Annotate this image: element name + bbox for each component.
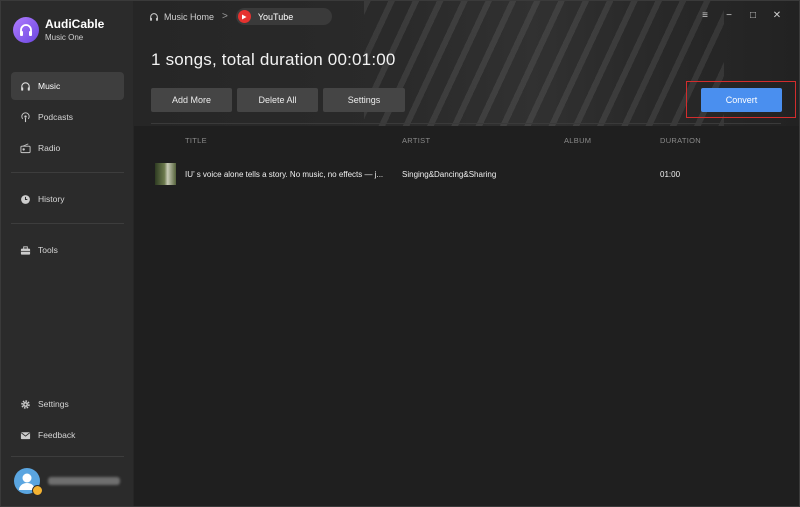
sidebar: AudiCable Music One Music Podcasts Radio… xyxy=(1,1,134,506)
breadcrumb: Music Home > YouTube xyxy=(149,8,332,25)
sidebar-item-radio[interactable]: Radio xyxy=(11,134,124,162)
breadcrumb-music-home[interactable]: Music Home xyxy=(149,12,214,22)
podcast-icon xyxy=(21,111,30,122)
headphones-icon xyxy=(150,12,158,21)
mail-icon xyxy=(20,431,31,439)
audicable-logo-icon xyxy=(13,17,39,43)
app-window: AudiCable Music One Music Podcasts Radio… xyxy=(0,0,800,507)
header-background-texture xyxy=(364,1,724,126)
close-icon[interactable]: ✕ xyxy=(765,8,789,22)
track-thumbnail xyxy=(155,163,176,185)
sidebar-divider xyxy=(11,172,124,173)
column-header-artist[interactable]: ARTIST xyxy=(402,136,430,145)
column-header-album[interactable]: ALBUM xyxy=(564,136,591,145)
sidebar-item-label: Settings xyxy=(38,399,69,409)
breadcrumb-current-label: YouTube xyxy=(257,11,294,22)
brand-subtitle: Music One xyxy=(45,32,84,42)
menu-icon[interactable]: ≡ xyxy=(693,8,717,22)
track-artist: Singing&Dancing&Sharing xyxy=(402,170,497,179)
sidebar-item-feedback[interactable]: Feedback xyxy=(11,421,124,449)
toolbox-icon xyxy=(20,245,31,255)
headphones-icon xyxy=(21,81,30,91)
breadcrumb-home-label: Music Home xyxy=(164,11,215,22)
add-more-button[interactable]: Add More xyxy=(151,88,232,112)
main-panel: Music Home > YouTube ≡ − □ ✕ 1 songs, to… xyxy=(134,1,799,506)
settings-button[interactable]: Settings xyxy=(323,88,405,112)
brand-name: AudiCable xyxy=(45,16,105,31)
sidebar-item-history[interactable]: History xyxy=(11,185,124,213)
sidebar-item-label: Tools xyxy=(38,245,58,255)
column-header-duration[interactable]: DURATION xyxy=(660,136,701,145)
maximize-icon[interactable]: □ xyxy=(741,8,765,22)
avatar[interactable] xyxy=(14,468,43,496)
clock-icon xyxy=(21,194,30,204)
sidebar-item-label: History xyxy=(38,194,65,204)
table-divider xyxy=(151,123,781,124)
sidebar-divider xyxy=(11,223,124,224)
user-email-blurred xyxy=(48,477,120,485)
sidebar-item-music[interactable]: Music xyxy=(11,72,124,100)
sidebar-item-settings[interactable]: Settings xyxy=(11,390,124,418)
gear-icon xyxy=(21,399,30,409)
user-account[interactable] xyxy=(14,468,120,496)
sidebar-item-tools[interactable]: Tools xyxy=(11,236,124,264)
window-controls: ≡ − □ ✕ xyxy=(693,8,789,22)
column-header-title[interactable]: TITLE xyxy=(185,136,207,145)
page-title: 1 songs, total duration 00:01:00 xyxy=(151,50,396,69)
sidebar-item-label: Radio xyxy=(38,143,61,153)
track-duration: 01:00 xyxy=(660,170,681,179)
sidebar-item-podcasts[interactable]: Podcasts xyxy=(11,103,124,131)
track-title: IU’ s voice alone tells a story. No musi… xyxy=(185,170,384,179)
youtube-icon xyxy=(237,10,251,23)
vip-badge-icon xyxy=(32,485,43,496)
chevron-right-icon: > xyxy=(222,11,228,22)
sidebar-item-label: Feedback xyxy=(38,430,76,440)
radio-icon xyxy=(20,143,31,153)
minimize-icon[interactable]: − xyxy=(717,8,741,22)
sidebar-item-label: Music xyxy=(38,81,61,91)
sidebar-divider xyxy=(11,456,124,457)
brand: AudiCable Music One xyxy=(13,17,104,43)
breadcrumb-current-source[interactable]: YouTube xyxy=(235,8,332,25)
sidebar-item-label: Podcasts xyxy=(38,112,73,122)
convert-button[interactable]: Convert xyxy=(701,88,782,112)
table-row[interactable]: IU’ s voice alone tells a story. No musi… xyxy=(151,161,781,187)
delete-all-button[interactable]: Delete All xyxy=(237,88,318,112)
